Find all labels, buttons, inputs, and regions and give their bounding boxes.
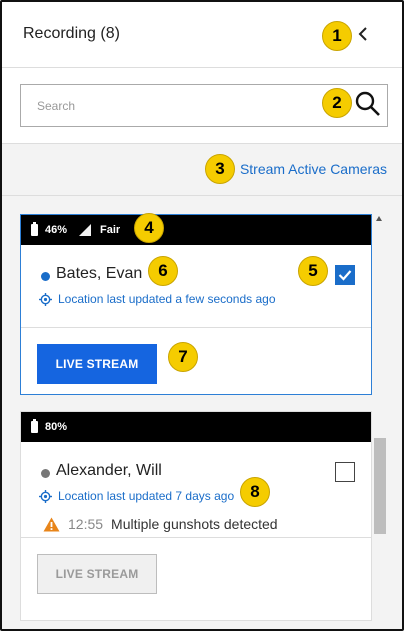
alert-time: 12:55 xyxy=(68,516,104,532)
select-checkbox[interactable] xyxy=(335,462,355,482)
battery-icon xyxy=(31,222,38,236)
stream-active-cameras-link[interactable]: Stream Active Cameras xyxy=(240,161,387,177)
callout-badge: 5 xyxy=(298,256,328,286)
location-target-icon xyxy=(39,292,52,306)
signal-icon xyxy=(79,224,92,236)
location-target-icon xyxy=(39,489,52,503)
search-icon[interactable] xyxy=(354,90,382,118)
device-status-bar: 80% xyxy=(21,412,371,442)
callout-badge: 1 xyxy=(322,21,352,51)
officer-name: Alexander, Will xyxy=(56,462,162,479)
card-actions: LIVE STREAM xyxy=(21,538,371,604)
location-status: Location last updated 7 days ago xyxy=(39,489,234,503)
location-text: Location last updated 7 days ago xyxy=(58,489,235,503)
location-status: Location last updated a few seconds ago xyxy=(39,292,276,306)
alert-text: Multiple gunshots detected xyxy=(111,516,278,532)
status-dot xyxy=(41,469,50,478)
scrollbar-thumb[interactable] xyxy=(374,438,386,534)
chevron-left-icon[interactable] xyxy=(356,24,372,46)
signal-strength: Fair xyxy=(100,224,121,236)
officer-list[interactable]: 46% Fair Bates, Evan Location last updat… xyxy=(2,196,402,629)
panel-title: Recording (8) xyxy=(23,25,120,42)
status-dot xyxy=(41,272,50,281)
officer-card[interactable]: 46% Fair Bates, Evan Location last updat… xyxy=(20,214,372,395)
battery-level: 80% xyxy=(45,421,68,433)
recording-panel: Recording (8) Stream Active Cameras 46% … xyxy=(0,0,404,631)
scrollbar[interactable] xyxy=(373,196,387,629)
battery-icon xyxy=(31,419,38,433)
officer-name: Bates, Evan xyxy=(56,265,143,282)
live-stream-button[interactable]: LIVE STREAM xyxy=(37,344,157,384)
battery-level: 46% xyxy=(45,224,68,236)
alert-row: 12:55 Multiple gunshots detected xyxy=(43,516,278,532)
officer-info: Alexander, Will Location last updated 7 … xyxy=(21,442,371,537)
stream-active-row: Stream Active Cameras xyxy=(2,144,402,196)
location-text: Location last updated a few seconds ago xyxy=(58,292,276,306)
device-status-bar: 46% Fair xyxy=(21,215,371,245)
officer-card[interactable]: 80% Alexander, Will Location last update… xyxy=(20,411,372,621)
callout-badge: 3 xyxy=(205,154,235,184)
callout-badge: 7 xyxy=(168,342,198,372)
callout-badge: 8 xyxy=(240,477,270,507)
callout-badge: 6 xyxy=(148,256,178,286)
callout-badge: 4 xyxy=(134,213,164,243)
scroll-up-arrow-icon[interactable] xyxy=(376,216,382,221)
callout-badge: 2 xyxy=(322,88,352,118)
select-checkbox[interactable] xyxy=(335,265,355,285)
live-stream-button: LIVE STREAM xyxy=(37,554,157,594)
warning-icon xyxy=(43,517,60,531)
